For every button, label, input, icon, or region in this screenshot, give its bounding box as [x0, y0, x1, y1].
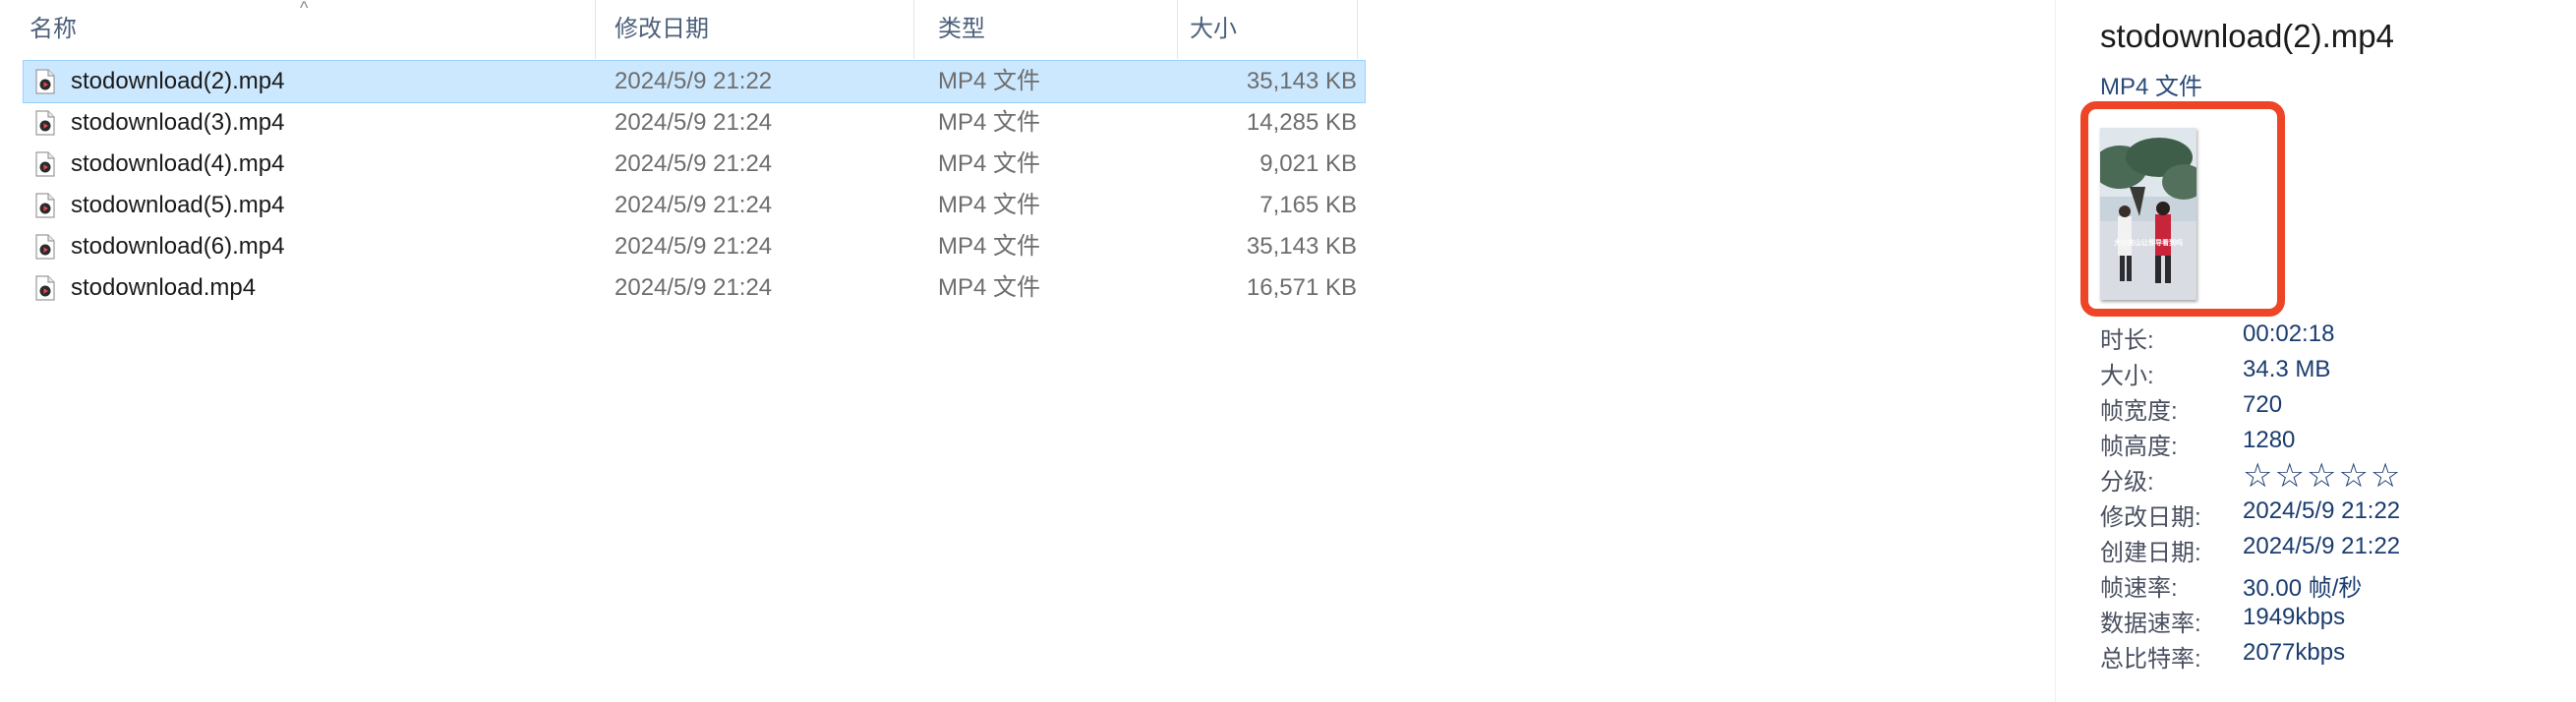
property-row: 分级: ☆☆☆☆☆: [2100, 457, 2493, 497]
property-label: 大小:: [2100, 363, 2154, 389]
file-name: stodownload(5).mp4: [71, 192, 285, 218]
property-label: 帧高度:: [2100, 434, 2178, 460]
video-thumbnail[interactable]: 大小夹山让领导看到吗: [2100, 128, 2196, 300]
file-row[interactable]: stodownload(2).mp4 2024/5/9 21:22 MP4 文件 35…: [23, 60, 1366, 103]
property-label: 帧速率:: [2100, 575, 2178, 602]
rating-stars[interactable]: ☆☆☆☆☆: [2243, 456, 2402, 496]
file-modified-date: 2024/5/9 21:24: [615, 274, 773, 301]
property-row: 帧速率: 30.00 帧/秒: [2100, 568, 2493, 604]
column-header-bar: 名称 ^ 修改日期 类型 大小: [0, 0, 1372, 59]
file-type: MP4 文件: [938, 274, 1041, 301]
file-name: stodownload(4).mp4: [71, 150, 285, 177]
file-row[interactable]: stodownload.mp4 2024/5/9 21:24 MP4 文件 16,57…: [24, 267, 1365, 309]
sort-up-icon: ^: [300, 0, 309, 18]
column-header-date[interactable]: 修改日期: [615, 0, 909, 59]
column-header-name[interactable]: 名称: [29, 0, 590, 59]
file-row[interactable]: stodownload(5).mp4 2024/5/9 21:24 MP4 文件 7,…: [24, 185, 1365, 226]
file-type: MP4 文件: [938, 192, 1041, 218]
column-divider[interactable]: [1177, 0, 1178, 59]
file-name: stodownload.mp4: [71, 274, 257, 301]
video-file-icon: [35, 234, 55, 260]
preview-pane: stodownload(2).mp4 MP4 文件 大小夹山让领导看到吗 时长:…: [2055, 0, 2576, 702]
column-header-size[interactable]: 大小: [1190, 0, 1357, 59]
column-divider[interactable]: [1357, 0, 1358, 59]
property-row: 修改日期: 2024/5/9 21:22: [2100, 497, 2493, 533]
file-type: MP4 文件: [938, 233, 1041, 260]
video-file-icon: [35, 69, 55, 94]
column-header-type-label: 类型: [938, 16, 985, 42]
file-modified-date: 2024/5/9 21:24: [615, 233, 773, 260]
property-row: 大小: 34.3 MB: [2100, 356, 2493, 391]
thumbnail-caption: 大小夹山让领导看到吗: [2114, 238, 2183, 247]
property-label: 帧宽度:: [2100, 398, 2178, 425]
file-size: 35,143 KB: [1246, 68, 1357, 94]
column-divider[interactable]: [913, 0, 914, 59]
file-name: stodownload(2).mp4: [71, 68, 285, 94]
property-label: 创建日期:: [2100, 540, 2201, 566]
file-list: 名称 ^ 修改日期 类型 大小 stodownload(2).mp4 2024/5…: [0, 0, 1372, 702]
file-modified-date: 2024/5/9 21:24: [615, 192, 773, 218]
file-modified-date: 2024/5/9 21:24: [615, 150, 773, 177]
file-size: 14,285 KB: [1246, 109, 1357, 136]
file-name: stodownload(6).mp4: [71, 233, 285, 260]
property-value: 1949kbps: [2243, 604, 2346, 630]
property-row: 总比特率: 2077kbps: [2100, 639, 2493, 674]
file-row[interactable]: stodownload(6).mp4 2024/5/9 21:24 MP4 文件 35…: [24, 226, 1365, 267]
property-label: 分级:: [2100, 469, 2154, 496]
property-label: 修改日期:: [2100, 504, 2201, 531]
property-row: 创建日期: 2024/5/9 21:22: [2100, 533, 2493, 568]
property-value: 00:02:18: [2243, 321, 2335, 347]
thumbnail-image: 大小夹山让领导看到吗: [2100, 128, 2196, 300]
file-size: 35,143 KB: [1246, 233, 1357, 260]
property-value: 34.3 MB: [2243, 356, 2331, 382]
file-row[interactable]: stodownload(3).mp4 2024/5/9 21:24 MP4 文件 14…: [24, 102, 1365, 144]
file-size: 7,165 KB: [1259, 192, 1357, 218]
file-size: 9,021 KB: [1259, 150, 1357, 177]
property-row: 帧宽度: 720: [2100, 391, 2493, 427]
file-type: MP4 文件: [938, 68, 1041, 94]
column-header-size-label: 大小: [1190, 16, 1237, 42]
video-file-icon: [35, 193, 55, 218]
column-header-type[interactable]: 类型: [938, 0, 1174, 59]
property-value: 720: [2243, 391, 2283, 418]
property-label: 时长:: [2100, 327, 2154, 354]
file-size: 16,571 KB: [1246, 274, 1357, 301]
video-file-icon: [35, 275, 55, 301]
property-value: 2024/5/9 21:22: [2243, 497, 2401, 524]
column-divider[interactable]: [595, 0, 596, 59]
preview-title: stodownload(2).mp4: [2100, 18, 2394, 54]
file-type: MP4 文件: [938, 109, 1041, 136]
file-modified-date: 2024/5/9 21:24: [615, 109, 773, 136]
property-value: 1280: [2243, 427, 2296, 453]
video-file-icon: [35, 110, 55, 136]
file-type: MP4 文件: [938, 150, 1041, 177]
property-label: 总比特率:: [2100, 646, 2201, 673]
video-file-icon: [35, 151, 55, 177]
property-value: 2024/5/9 21:22: [2243, 533, 2401, 559]
column-header-name-label: 名称: [29, 16, 77, 42]
file-row[interactable]: stodownload(4).mp4 2024/5/9 21:24 MP4 文件 9,…: [24, 144, 1365, 185]
file-modified-date: 2024/5/9 21:22: [615, 68, 773, 94]
property-value: 2077kbps: [2243, 639, 2346, 666]
property-value: 30.00 帧/秒: [2243, 575, 2363, 602]
property-row: 时长: 00:02:18: [2100, 321, 2493, 356]
column-header-date-label: 修改日期: [615, 16, 709, 42]
property-row: 数据速率: 1949kbps: [2100, 604, 2493, 639]
property-label: 数据速率:: [2100, 611, 2201, 637]
preview-file-type: MP4 文件: [2100, 74, 2203, 100]
file-name: stodownload(3).mp4: [71, 109, 285, 136]
